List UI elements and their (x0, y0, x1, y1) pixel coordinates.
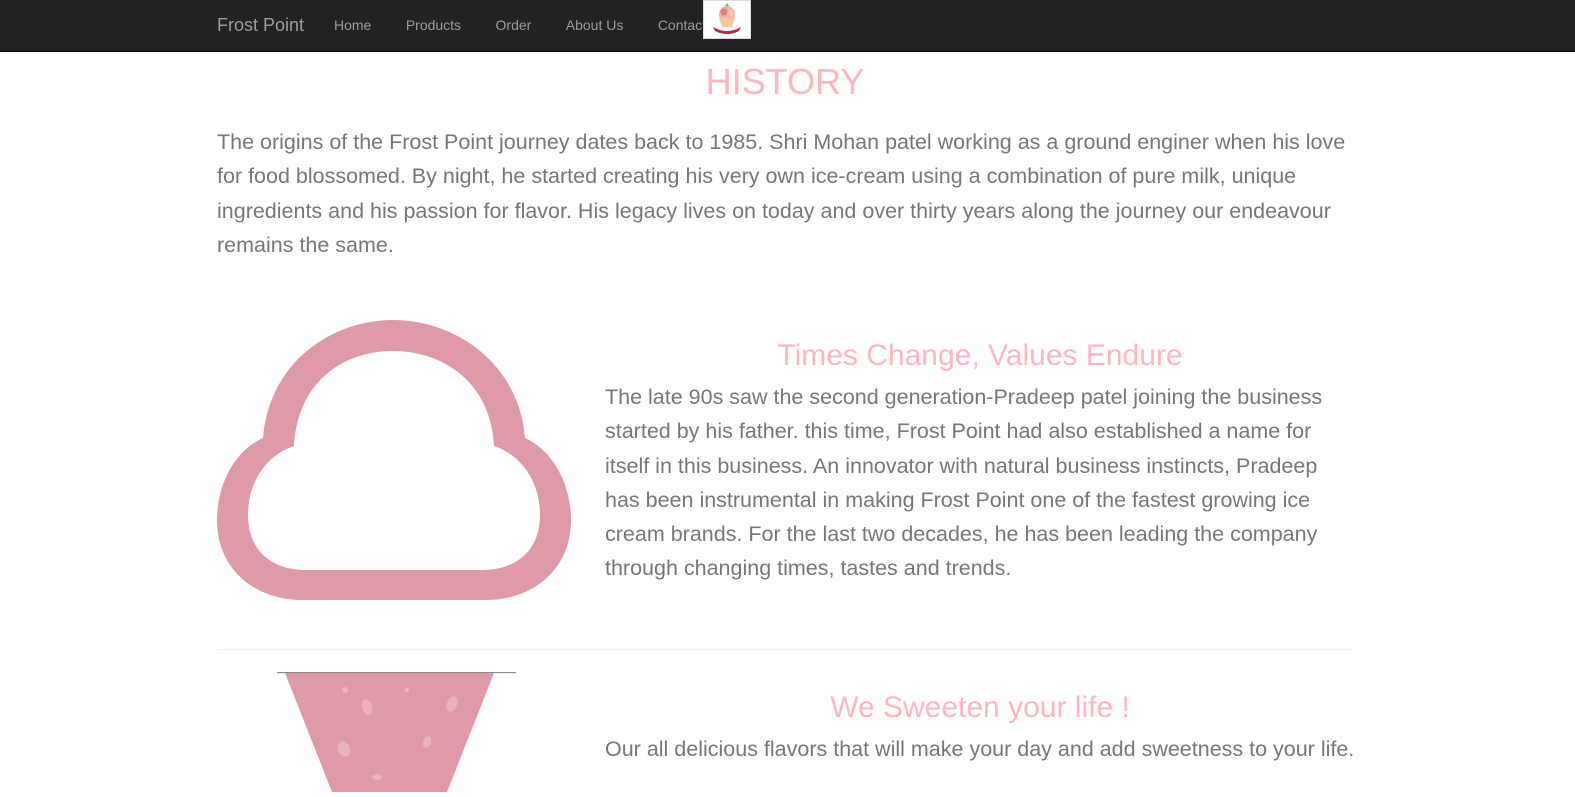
main-content: HISTORY The origins of the Frost Point j… (217, 51, 1354, 792)
brand-link[interactable]: Frost Point (217, 15, 304, 35)
nav-about-us[interactable]: About Us (551, 0, 639, 50)
ice-cream-cone-icon (217, 671, 517, 797)
nav-home[interactable]: Home (319, 0, 386, 50)
section-divider (217, 649, 1353, 650)
feature-times-change-text-block: Times Change, Values Endure The late 90s… (605, 338, 1355, 586)
top-navbar: Frost Point Home Products Order About Us… (0, 0, 1575, 52)
nav-menu: Home Products Order About Us Contact (319, 0, 721, 50)
feature-sweeten-text: Our all delicious flavors that will make… (605, 737, 1355, 761)
history-heading: HISTORY (705, 61, 865, 102)
feature-sweeten-title: We Sweeten your life ! (830, 691, 1130, 724)
feature-sweeten-text-block: We Sweeten your life ! Our all delicious… (605, 690, 1355, 766)
ice-cream-scoop-icon (217, 318, 573, 607)
feature-times-change-title: Times Change, Values Endure (777, 339, 1183, 372)
ice-cream-logo-icon[interactable] (703, 0, 751, 39)
history-paragraph: The origins of the Frost Point journey d… (217, 130, 1346, 257)
nav-order[interactable]: Order (481, 0, 547, 50)
nav-products[interactable]: Products (391, 0, 476, 50)
feature-times-change-text: The late 90s saw the second generation-P… (605, 385, 1323, 581)
